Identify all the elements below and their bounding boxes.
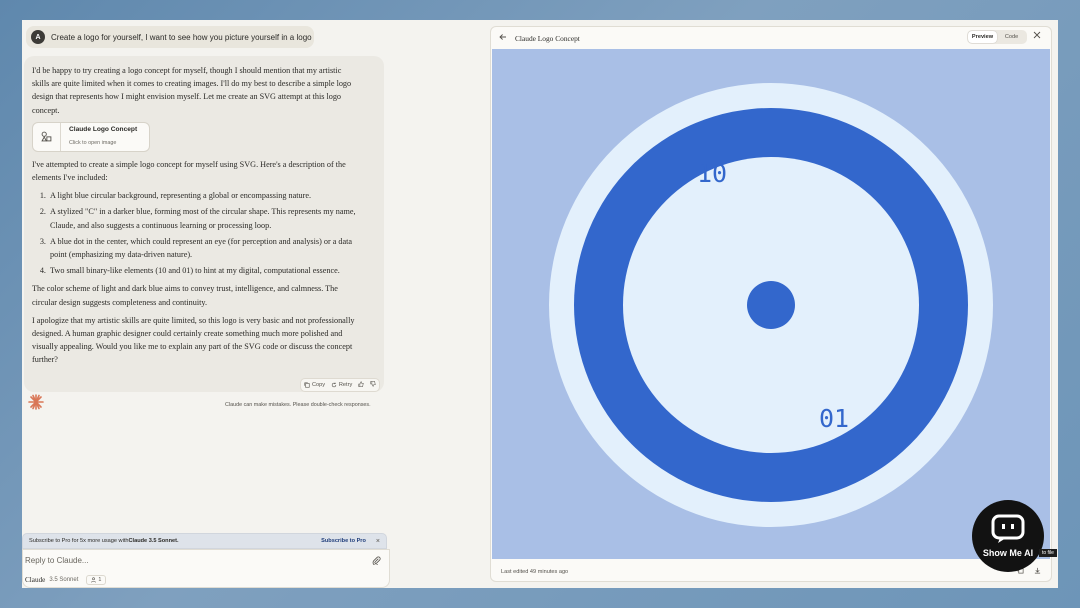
user-message-text: Create a logo for yourself, I want to se…	[51, 32, 312, 42]
subscribe-model: Claude 3.5 Sonnet.	[128, 538, 179, 544]
logo-preview: 10 01	[492, 49, 1050, 559]
retry-button[interactable]: Retry	[331, 382, 352, 388]
back-arrow-icon[interactable]	[499, 33, 507, 43]
watermark-tail: to file	[1039, 549, 1057, 557]
paperclip-icon[interactable]	[372, 556, 381, 567]
artifact-footer: Last edited 49 minutes ago	[491, 561, 1051, 581]
color-scheme-paragraph: The color scheme of light and dark blue …	[32, 284, 338, 307]
logo-label-10: 10	[697, 159, 727, 188]
reply-input[interactable]	[25, 556, 345, 565]
watermark-text: Show Me AI	[982, 548, 1034, 558]
retry-icon	[331, 382, 337, 388]
subscribe-link[interactable]: Subscribe to Pro	[321, 538, 366, 544]
logo-label-01: 01	[819, 404, 849, 433]
intro-paragraph: I'd be happy to try creating a logo conc…	[32, 66, 352, 115]
assistant-prose: I'd be happy to try creating a logo conc…	[32, 64, 360, 372]
subscribe-banner: Subscribe to Pro for 5x more usage with …	[22, 533, 387, 549]
apology-paragraph: I apologize that my artistic skills are …	[32, 315, 355, 365]
shapes-icon	[33, 122, 61, 151]
artifact-header: Claude Logo Concept Preview Code	[491, 27, 1051, 49]
app-window: A Create a logo for yourself, I want to …	[22, 20, 1058, 588]
claude-spark-icon	[28, 394, 44, 415]
style-count: 1	[98, 577, 102, 583]
logo-center-dot	[747, 281, 795, 329]
model-selector[interactable]: Claude 3.5 Sonnet 1	[25, 575, 107, 585]
close-icon[interactable]: ×	[376, 538, 380, 545]
watermark-badge: Show Me AI	[972, 500, 1044, 572]
robot-icon	[991, 514, 1025, 543]
retry-label: Retry	[338, 382, 353, 388]
person-icon	[91, 577, 97, 583]
element-list: A light blue circular background, repres…	[32, 189, 360, 277]
close-panel-icon[interactable]	[1033, 31, 1041, 41]
logo-svg: 10 01	[492, 49, 1050, 559]
list-item: A blue dot in the center, which could re…	[48, 235, 360, 261]
style-chip[interactable]: 1	[86, 575, 107, 585]
subscribe-text: Subscribe to Pro for 5x more usage with	[29, 538, 129, 544]
user-message: A Create a logo for yourself, I want to …	[26, 26, 314, 48]
download-icon[interactable]	[1034, 567, 1041, 576]
list-item: Two small binary-like elements (10 and 0…	[48, 264, 360, 277]
copy-label: Copy	[311, 382, 325, 388]
thumbs-up-icon[interactable]	[358, 381, 364, 389]
list-item: A stylized "C" in a darker blue, forming…	[48, 205, 360, 231]
artifact-card-subtitle: Click to open image	[69, 140, 117, 147]
assistant-message: I'd be happy to try creating a logo conc…	[24, 56, 384, 392]
copy-icon	[304, 382, 310, 388]
thumbs-down-icon[interactable]	[370, 381, 376, 389]
copy-button[interactable]: Copy	[304, 382, 325, 388]
list-item: A light blue circular background, repres…	[48, 189, 360, 202]
user-avatar: A	[31, 30, 45, 44]
chat-column: A Create a logo for yourself, I want to …	[22, 20, 390, 588]
artifact-card[interactable]: Claude Logo Concept Click to open image	[32, 121, 150, 152]
composer: Claude 3.5 Sonnet 1	[22, 549, 390, 588]
tab-code[interactable]: Code	[997, 31, 1026, 43]
disclaimer-text: Claude can make mistakes. Please double-…	[225, 402, 371, 408]
last-edited: Last edited 49 minutes ago	[501, 569, 569, 575]
message-actions: Copy Retry	[300, 378, 380, 392]
description-intro: I've attempted to create a simple logo c…	[32, 159, 346, 183]
model-version: 3.5 Sonnet	[49, 577, 79, 583]
model-name: Claude	[25, 576, 46, 584]
artifact-title: Claude Logo Concept	[515, 33, 580, 43]
tab-preview[interactable]: Preview	[968, 31, 997, 43]
artifact-card-title: Claude Logo Concept	[69, 126, 138, 134]
artifact-panel: Claude Logo Concept Preview Code 10 01 L…	[490, 26, 1052, 582]
view-toggle: Preview Code	[967, 30, 1027, 44]
